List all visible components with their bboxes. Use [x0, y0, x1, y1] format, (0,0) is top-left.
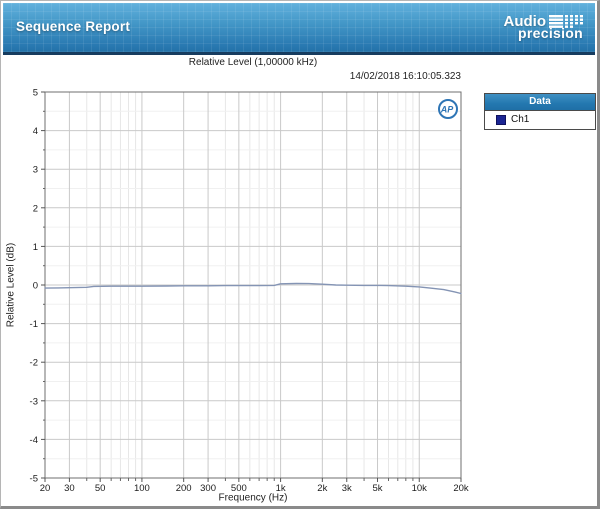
y-tick-label: 4 [33, 126, 38, 137]
y-tick-label: -2 [30, 358, 38, 369]
legend-item-ch1: Ch1 [485, 111, 595, 129]
x-tick-label: 50 [95, 483, 106, 494]
x-tick-label: 10k [412, 483, 428, 494]
y-tick-label: -4 [30, 435, 38, 446]
x-tick-label: 3k [342, 483, 352, 494]
y-tick-label: 5 [33, 88, 38, 99]
x-axis-title: Frequency (Hz) [219, 493, 288, 504]
y-tick-label: -5 [30, 474, 38, 485]
y-tick-label: -3 [30, 396, 38, 407]
x-tick-label: 20k [453, 483, 469, 494]
legend-label-ch1: Ch1 [511, 114, 529, 125]
x-tick-label: 5k [372, 483, 382, 494]
ap-watermark-text: AP [440, 105, 454, 115]
y-tick-label: 3 [33, 165, 38, 176]
y-tick-label: 2 [33, 203, 38, 214]
x-tick-label: 30 [64, 483, 75, 494]
legend-swatch-ch1 [496, 115, 506, 125]
plot-area: 2030501002003005001k2k3k5k10k20k543210-1… [1, 1, 600, 509]
x-tick-label: 2k [317, 483, 327, 494]
y-axis-title: Relative Level (dB) [6, 243, 17, 327]
x-tick-label: 20 [40, 483, 51, 494]
y-tick-label: 0 [33, 281, 38, 292]
x-tick-label: 300 [200, 483, 216, 494]
y-tick-label: -1 [30, 319, 38, 330]
sequence-report-page: Sequence Report Audio precision Relative… [0, 0, 600, 509]
legend-box: Data Ch1 [484, 93, 596, 130]
y-tick-label: 1 [33, 242, 38, 253]
x-tick-label: 100 [134, 483, 150, 494]
x-tick-label: 200 [176, 483, 192, 494]
legend-header: Data [485, 94, 595, 111]
